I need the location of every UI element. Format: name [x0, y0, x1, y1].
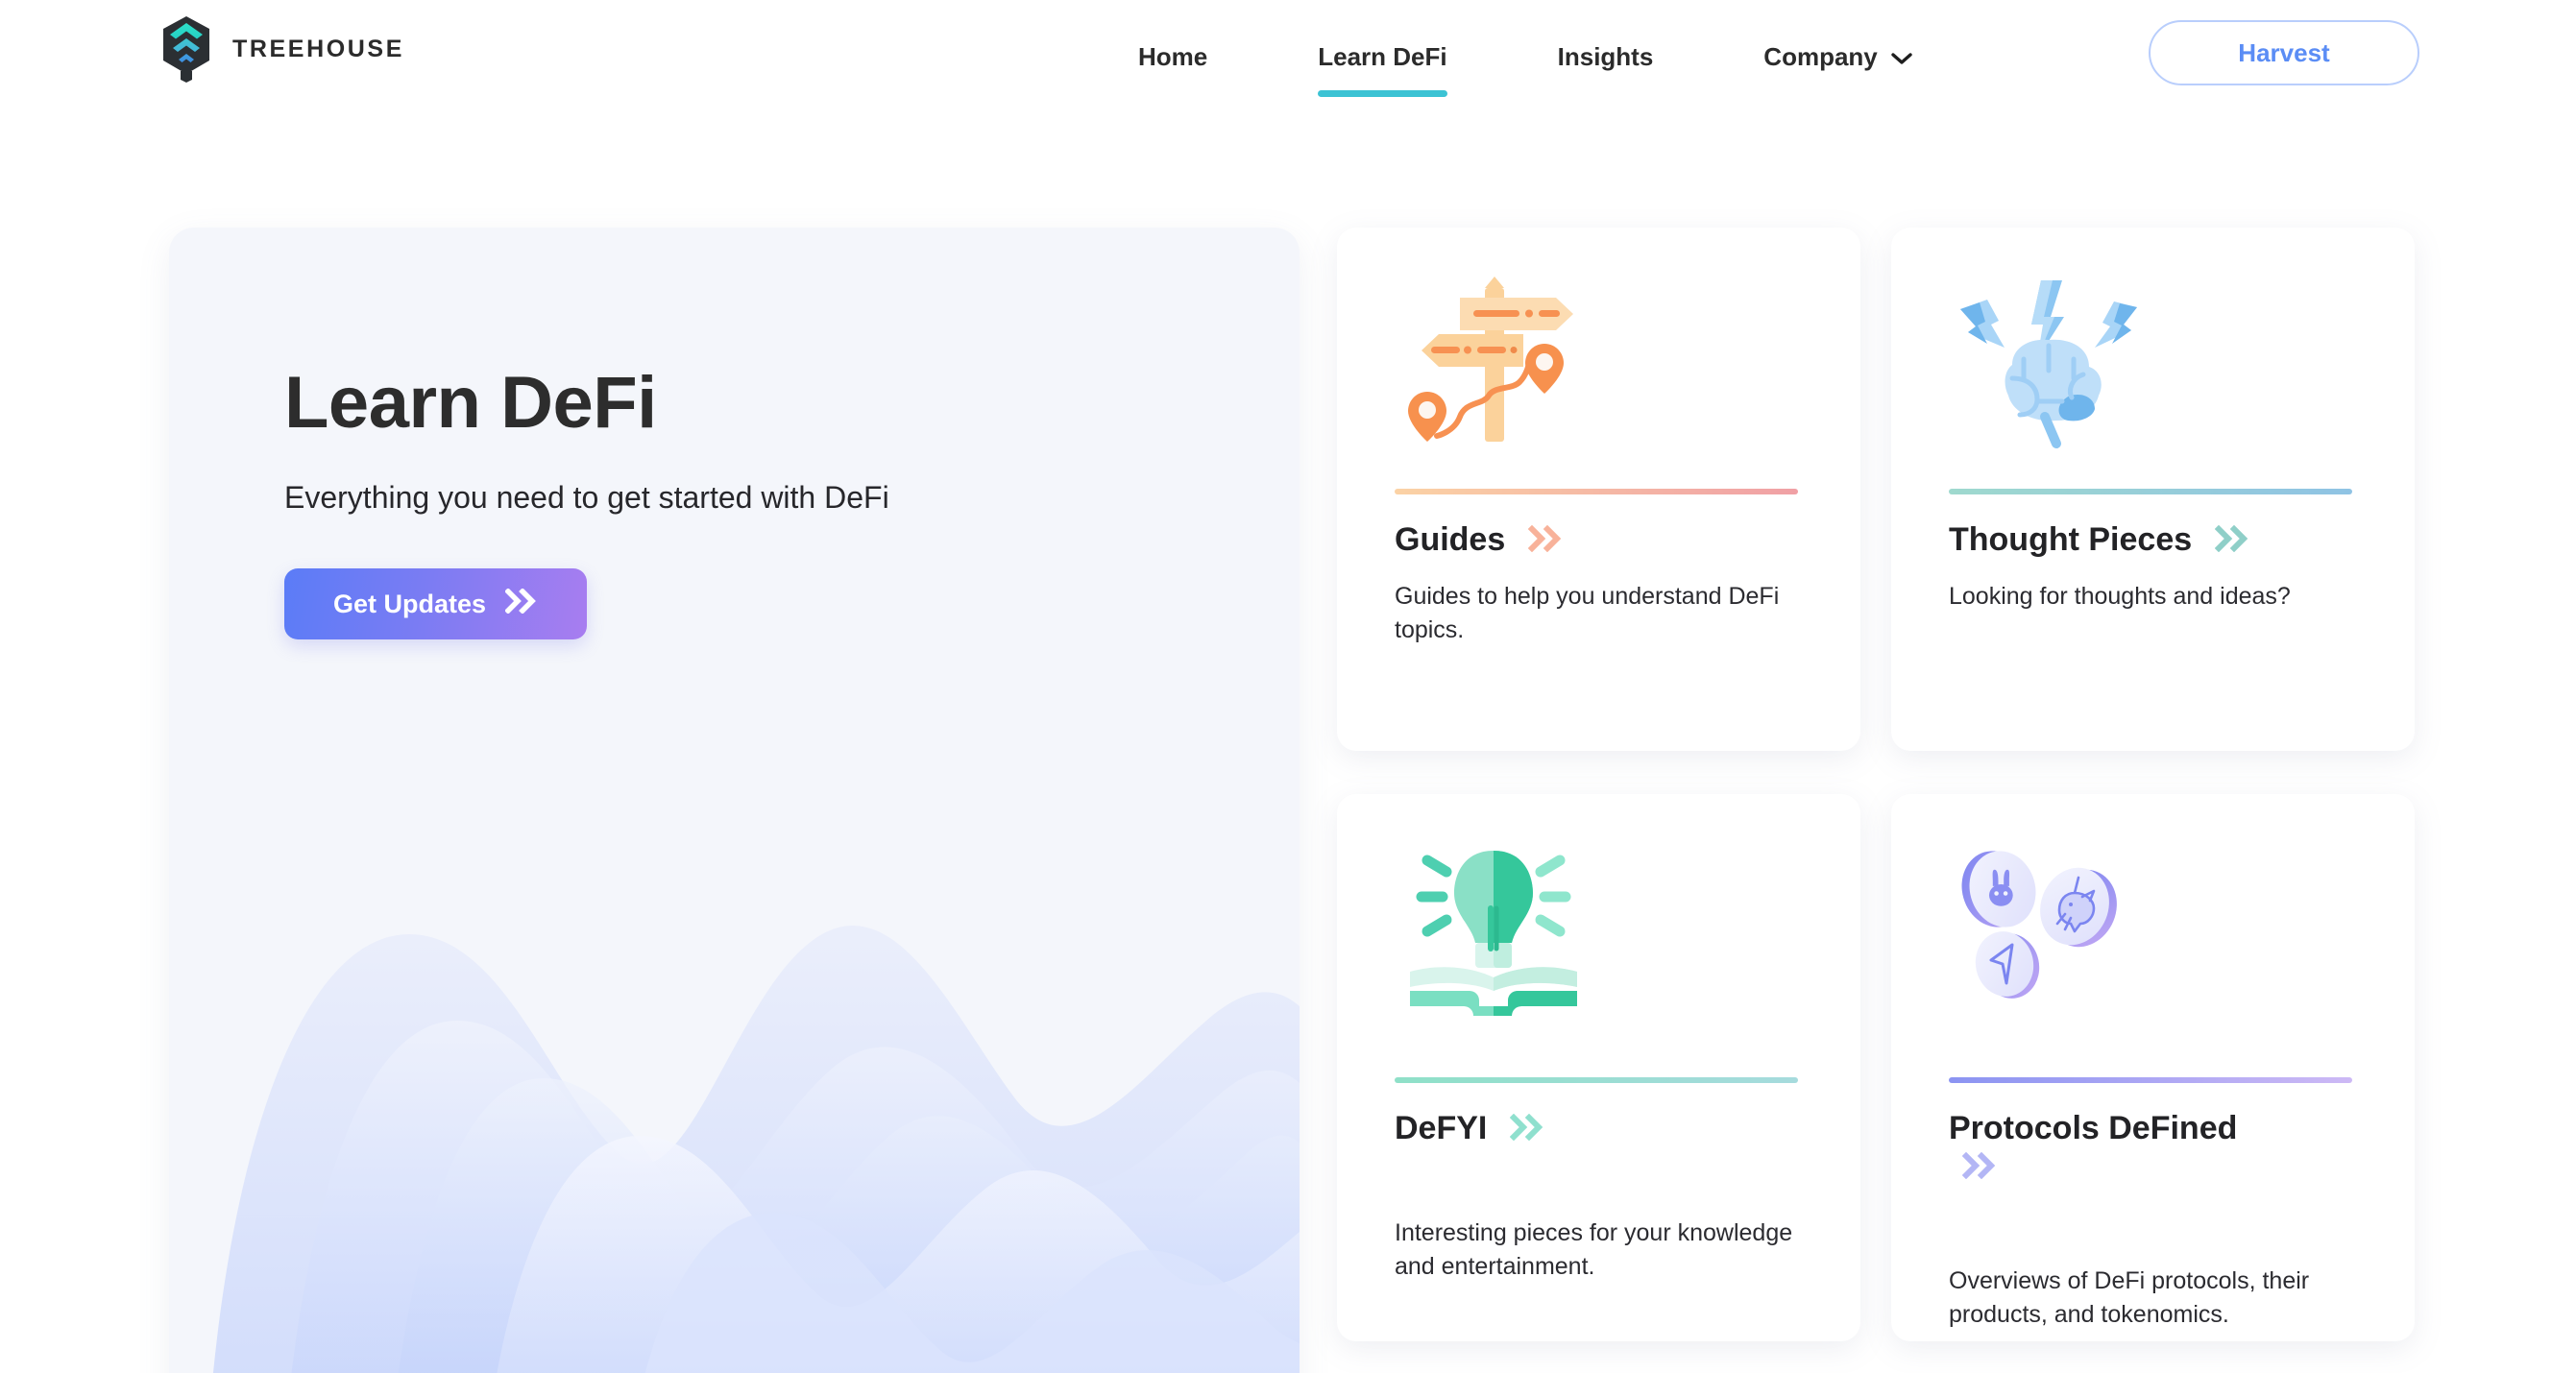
double-chevron-right-icon [1961, 1149, 1997, 1188]
nav-item-insights-label: Insights [1557, 41, 1654, 71]
chevron-down-icon [1891, 42, 1912, 72]
nav-item-learn-defi[interactable]: Learn DeFi [1318, 0, 1447, 113]
double-chevron-right-icon [1509, 1111, 1544, 1149]
nav-item-home-label: Home [1138, 41, 1208, 71]
active-nav-indicator [1318, 90, 1447, 97]
signpost-directions-icon [1395, 271, 1596, 453]
nav-item-company[interactable]: Company [1763, 0, 1912, 113]
main-navigation: Home Learn DeFi Insights Company [1138, 0, 1912, 113]
card-description-defyi: Interesting pieces for your knowledge an… [1395, 1219, 1793, 1280]
hero-subtitle: Everything you need to get started with … [284, 480, 889, 515]
hero-panel: Learn DeFi Everything you need to get st… [169, 228, 1300, 1373]
hero-text-block: Learn DeFi Everything you need to get st… [284, 367, 1245, 639]
card-thought-pieces[interactable]: Thought Pieces Looking for thoughts and … [1891, 228, 2415, 751]
brain-lightning-icon [1949, 271, 2151, 453]
card-description-protocols-defined: Overviews of DeFi protocols, their produ… [1949, 1267, 2310, 1328]
double-chevron-right-icon [2214, 522, 2249, 561]
card-title-thought-pieces-text: Thought Pieces [1949, 521, 2193, 558]
card-title-protocols-defined: Protocols DeFined [1949, 1109, 2266, 1188]
page-title: Learn DeFi [284, 362, 657, 444]
harvest-button[interactable]: Harvest [2149, 20, 2419, 85]
card-accent-divider-guides [1395, 489, 1798, 494]
card-description-guides: Guides to help you understand DeFi topic… [1395, 583, 1780, 643]
double-chevron-right-icon [1527, 522, 1563, 561]
card-title-defyi-text: DeFYI [1395, 1110, 1488, 1146]
treehouse-chevron-logo-icon [161, 15, 211, 83]
page-content: Learn DeFi Everything you need to get st… [0, 113, 2576, 1373]
get-updates-button[interactable]: Get Updates [284, 568, 587, 639]
card-defyi[interactable]: DeFYI Interesting pieces for your knowle… [1337, 794, 1860, 1341]
card-title-protocols-defined-text: Protocols DeFined [1949, 1110, 2238, 1146]
brand-name: TREEHOUSE [232, 35, 404, 62]
card-description-thought-pieces: Looking for thoughts and ideas? [1949, 583, 2291, 610]
learn-defi-page: TREEHOUSE Home Learn DeFi Insights Compa… [0, 0, 2576, 1373]
card-title-guides: Guides [1395, 520, 1563, 561]
nav-item-company-label: Company [1763, 41, 1878, 71]
nav-item-learn-defi-label: Learn DeFi [1318, 41, 1447, 71]
brand-logo-link[interactable]: TREEHOUSE [161, 15, 404, 83]
protocol-coins-icon [1949, 837, 2151, 1020]
card-protocols-defined[interactable]: Protocols DeFined Overviews of DeFi prot… [1891, 794, 2415, 1341]
card-accent-divider-defyi [1395, 1077, 1798, 1083]
lightbulb-book-icon [1395, 837, 1596, 1020]
card-accent-divider-protocols-defined [1949, 1077, 2352, 1083]
card-title-defyi: DeFYI [1395, 1109, 1544, 1149]
category-card-grid: Guides Guides to help you understand DeF… [1337, 228, 2415, 1373]
card-guides[interactable]: Guides Guides to help you understand DeF… [1337, 228, 1860, 751]
site-header: TREEHOUSE Home Learn DeFi Insights Compa… [0, 0, 2576, 113]
get-updates-label: Get Updates [332, 589, 487, 618]
double-chevron-right-icon [504, 587, 538, 620]
card-title-thought-pieces: Thought Pieces [1949, 520, 2249, 561]
card-title-guides-text: Guides [1395, 521, 1506, 558]
nav-item-insights[interactable]: Insights [1558, 0, 1654, 113]
card-accent-divider-thought-pieces [1949, 489, 2352, 494]
nav-item-home[interactable]: Home [1138, 0, 1207, 113]
